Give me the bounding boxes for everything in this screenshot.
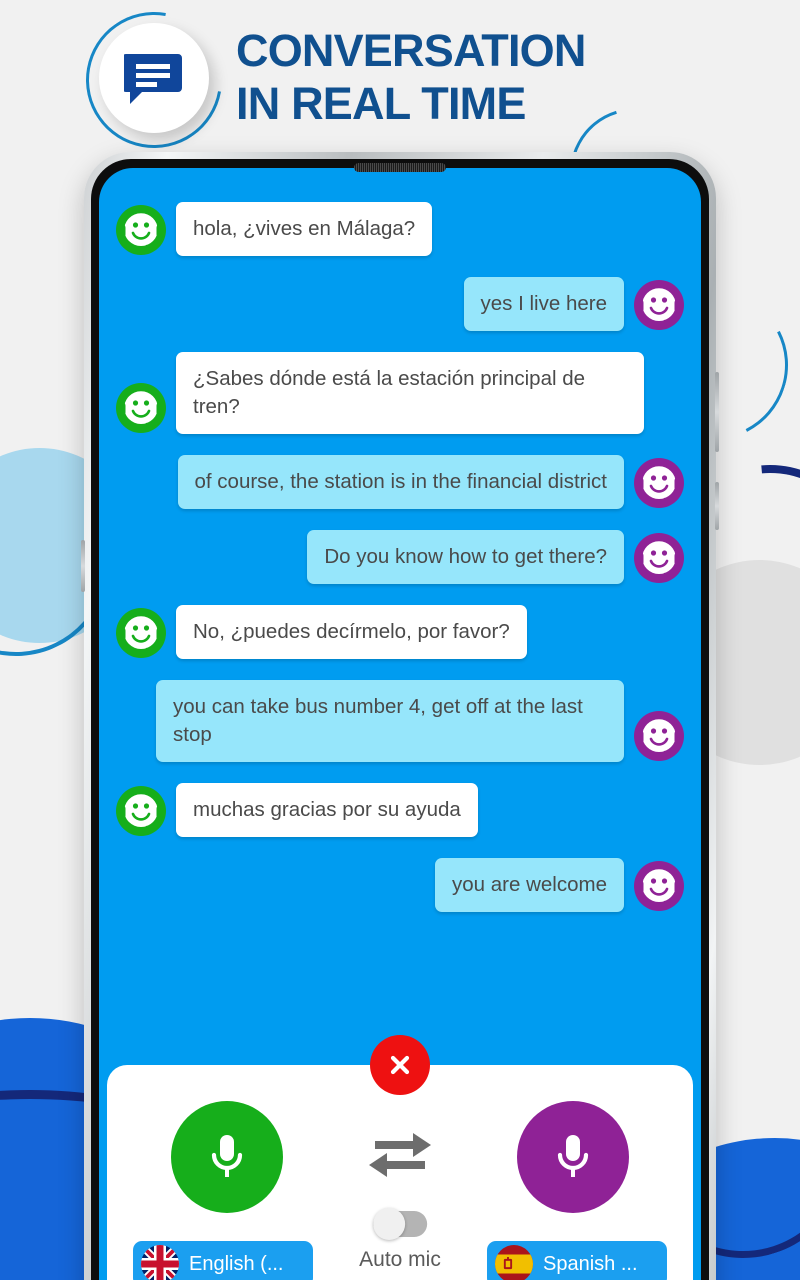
english-avatar-icon <box>634 861 684 911</box>
mic-button-spanish[interactable] <box>517 1101 629 1213</box>
page-title: CONVERSATION IN REAL TIME <box>236 24 586 130</box>
language-label-english: English (... <box>189 1252 284 1275</box>
chat-bubble[interactable]: muchas gracias por su ayuda <box>176 783 478 837</box>
app-screen: hola, ¿vives en Málaga? yes I live here ¿S… <box>99 168 701 1280</box>
spanish-avatar-icon <box>116 786 166 836</box>
microphone-icon <box>557 1135 589 1177</box>
chat-message-row: you can take bus number 4, get off at th… <box>115 680 685 762</box>
spanish-avatar-icon <box>116 608 166 658</box>
close-x-icon <box>390 1055 410 1075</box>
chat-bubble[interactable]: Do you know how to get there? <box>307 530 624 584</box>
phone-bezel: hola, ¿vives en Málaga? yes I live here ¿S… <box>91 159 709 1280</box>
auto-mic-toggle[interactable] <box>372 1208 427 1240</box>
language-selector-english[interactable]: English (... <box>133 1241 313 1280</box>
auto-mic-control[interactable]: Auto mic <box>359 1208 441 1272</box>
chat-bubble[interactable]: ¿Sabes dónde está la estación principal … <box>176 352 644 434</box>
chat-bubble-icon <box>124 54 182 104</box>
auto-mic-label: Auto mic <box>359 1248 441 1271</box>
chat-message-row: of course, the station is in the financi… <box>115 455 685 509</box>
chat-message-row: yes I live here <box>115 277 685 331</box>
phone-mockup: hola, ¿vives en Málaga? yes I live here ¿S… <box>81 152 719 1280</box>
swap-arrows-icon[interactable] <box>365 1125 435 1177</box>
language-label-spanish: Spanish ... <box>543 1252 638 1275</box>
chat-bubble[interactable]: you can take bus number 4, get off at th… <box>156 680 624 762</box>
english-avatar-icon <box>634 280 684 330</box>
chat-bubble[interactable]: you are welcome <box>435 858 624 912</box>
chat-message-row: ¿Sabes dónde está la estación principal … <box>115 352 685 434</box>
page-title-line2: IN REAL TIME <box>236 78 526 129</box>
language-selector-spanish[interactable]: Spanish ... <box>487 1241 667 1280</box>
volume-button[interactable] <box>715 372 719 452</box>
spanish-avatar-icon <box>116 205 166 255</box>
promo-header: CONVERSATION IN REAL TIME <box>0 0 800 175</box>
english-avatar-icon <box>634 458 684 508</box>
english-avatar-icon <box>634 533 684 583</box>
chat-message-row: muchas gracias por su ayuda <box>115 783 685 837</box>
spain-flag-icon <box>495 1245 533 1280</box>
english-avatar-icon <box>634 711 684 761</box>
power-button[interactable] <box>715 482 719 530</box>
close-button[interactable] <box>370 1035 430 1095</box>
uk-flag-icon <box>141 1245 179 1280</box>
page-title-line1: CONVERSATION <box>236 25 586 76</box>
mic-button-english[interactable] <box>171 1101 283 1213</box>
spanish-avatar-icon <box>116 383 166 433</box>
chat-bubble[interactable]: of course, the station is in the financi… <box>177 455 624 509</box>
chat-message-row: Do you know how to get there? <box>115 530 685 584</box>
chat-message-row: you are welcome <box>115 858 685 912</box>
chat-message-row: No, ¿puedes decírmelo, por favor? <box>115 605 685 659</box>
logo-badge <box>99 23 209 133</box>
microphone-icon <box>211 1135 243 1177</box>
assistant-button[interactable] <box>81 540 85 592</box>
promo-screenshot: CONVERSATION IN REAL TIME hola, ¿vives e… <box>0 0 800 1280</box>
chat-bubble[interactable]: hola, ¿vives en Málaga? <box>176 202 433 256</box>
earpiece-speaker <box>354 163 446 172</box>
auto-mic-toggle-knob <box>372 1208 405 1240</box>
controls-panel: Auto mic English (... Spanish ... <box>107 1035 693 1280</box>
chat-bubble[interactable]: yes I live here <box>463 277 624 331</box>
chat-bubble[interactable]: No, ¿puedes decírmelo, por favor? <box>176 605 527 659</box>
chat-message-row: hola, ¿vives en Málaga? <box>115 202 685 256</box>
